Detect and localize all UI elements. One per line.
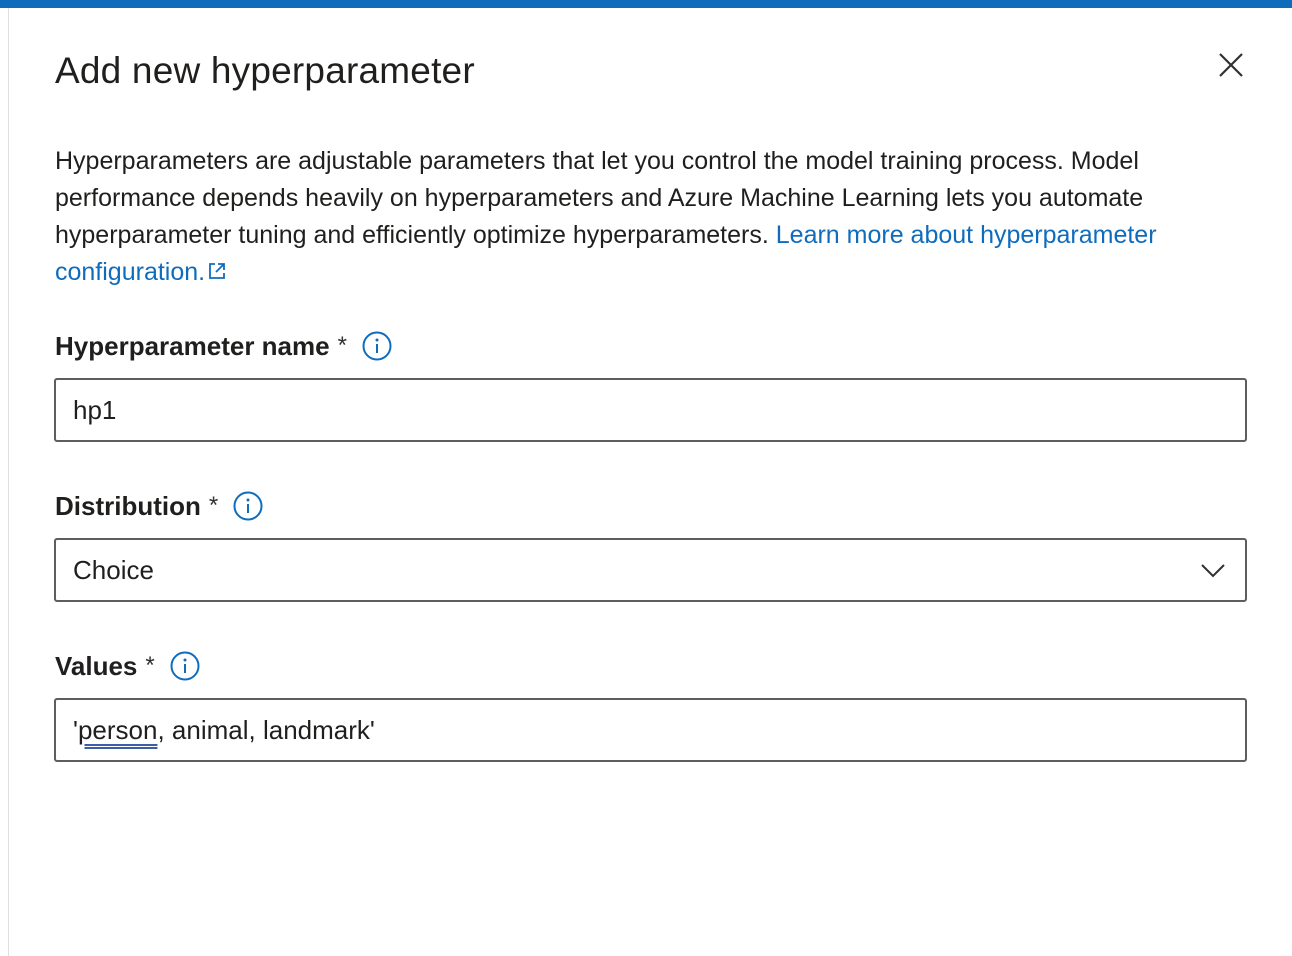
values-input[interactable]: 'person, animal, landmark' <box>54 698 1247 762</box>
chevron-down-icon <box>1201 564 1225 578</box>
spellcheck-flagged-word: person <box>77 714 158 745</box>
values-label-text: Values <box>55 650 138 681</box>
close-icon <box>1219 53 1243 77</box>
info-icon[interactable] <box>232 490 264 522</box>
close-button[interactable] <box>1214 48 1248 82</box>
distribution-dropdown[interactable]: Choice <box>54 538 1247 602</box>
values-text-suffix: , animal, landmark' <box>157 714 375 745</box>
hyperparameter-name-field[interactable] <box>73 394 1245 426</box>
distribution-label: Distribution * <box>55 490 264 522</box>
required-asterisk: * <box>145 652 155 679</box>
external-link-icon <box>209 263 226 279</box>
add-hyperparameter-panel: Add new hyperparameter Hyperparameters a… <box>9 8 1292 956</box>
dialog-description: Hyperparameters are adjustable parameter… <box>55 143 1245 291</box>
required-asterisk: * <box>208 492 219 519</box>
hyperparameter-name-label: Hyperparameter name * <box>55 330 393 362</box>
required-asterisk: * <box>337 332 347 359</box>
dialog-title: Add new hyperparameter <box>55 50 475 91</box>
distribution-selected-value: Choice <box>73 554 154 585</box>
top-bar <box>0 0 1292 8</box>
values-label: Values * <box>55 650 201 682</box>
background-page-edge <box>0 8 9 956</box>
distribution-label-text: Distribution <box>55 490 201 521</box>
hyperparameter-name-label-text: Hyperparameter name <box>55 330 330 361</box>
info-icon[interactable] <box>169 650 201 682</box>
values-field[interactable]: 'person, animal, landmark' <box>73 715 375 746</box>
hyperparameter-name-input[interactable] <box>54 378 1247 442</box>
info-icon[interactable] <box>361 330 393 362</box>
